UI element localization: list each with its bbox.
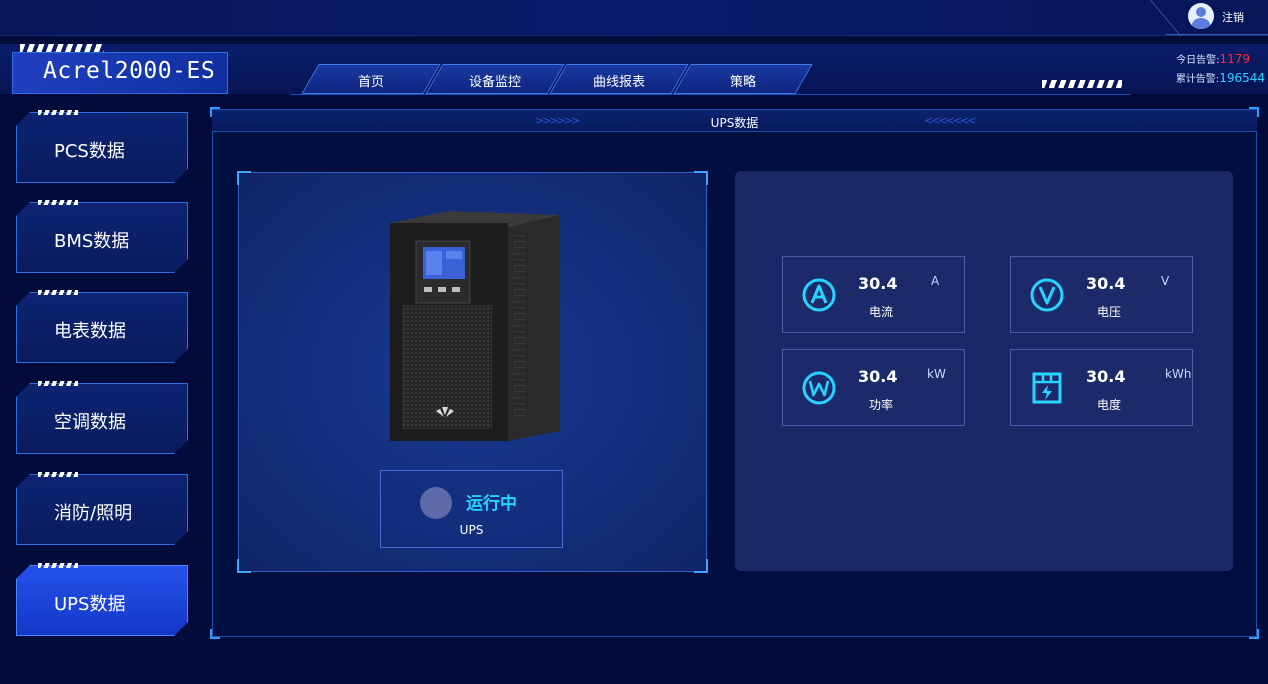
metric-value: 30.4 bbox=[1086, 274, 1126, 293]
sidebar-stripes-decoration bbox=[38, 472, 78, 477]
voltage-icon bbox=[1030, 278, 1064, 312]
status-indicator-icon bbox=[420, 487, 452, 519]
metric-voltage: 30.4 V 电压 bbox=[1010, 256, 1193, 333]
tab-curve-report[interactable]: 曲线报表 bbox=[549, 64, 689, 94]
sidebar-stripes-decoration bbox=[38, 200, 78, 205]
alarm-total: 累计告警:196544 bbox=[1150, 70, 1265, 85]
device-name: UPS bbox=[459, 523, 484, 537]
tab-device-monitor[interactable]: 设备监控 bbox=[425, 64, 565, 94]
alarm-total-value: 196544 bbox=[1219, 71, 1265, 85]
energy-meter-icon bbox=[1032, 372, 1062, 404]
metric-energy: 30.4 kWh 电度 bbox=[1010, 349, 1193, 426]
top-bar bbox=[0, 0, 1268, 36]
sidebar-item-label: 空调数据 bbox=[54, 412, 126, 433]
panel-corner bbox=[210, 629, 220, 639]
logout-button[interactable]: 注销 bbox=[1222, 9, 1244, 25]
metric-label: 电度 bbox=[1097, 398, 1122, 412]
tab-label: 曲线报表 bbox=[592, 75, 645, 90]
sidebar-item-fire-lighting[interactable]: 消防/照明 bbox=[16, 472, 188, 545]
alarm-today-label: 今日告警: bbox=[1176, 55, 1220, 66]
metric-unit: A bbox=[931, 274, 940, 288]
sidebar-item-bms[interactable]: BMS数据 bbox=[16, 200, 188, 273]
device-card-corner bbox=[237, 171, 251, 185]
app-title: Acrel2000-ES bbox=[43, 58, 216, 84]
sidebar-stripes-decoration bbox=[38, 563, 78, 568]
sidebar-item-label: PCS数据 bbox=[54, 141, 125, 162]
metric-value: 30.4 bbox=[858, 367, 898, 386]
header-underline bbox=[290, 94, 1130, 95]
alarm-today-value: 1179 bbox=[1219, 52, 1250, 66]
metric-value: 30.4 bbox=[1086, 367, 1126, 386]
device-status-text: 运行中 bbox=[466, 494, 517, 514]
top-bar-divider-line bbox=[1166, 34, 1268, 35]
panel-title: UPS数据 bbox=[710, 116, 759, 130]
sidebar-stripes-decoration bbox=[38, 381, 78, 386]
device-card-corner bbox=[694, 559, 708, 573]
tab-label: 策略 bbox=[729, 75, 756, 90]
chevrons-left-decoration: <<<<<<< bbox=[924, 114, 977, 127]
metric-current: 30.4 A 电流 bbox=[782, 256, 965, 333]
tab-home[interactable]: 首页 bbox=[301, 64, 441, 94]
sidebar-item-label: 电表数据 bbox=[54, 321, 126, 342]
user-avatar-icon[interactable] bbox=[1188, 3, 1214, 29]
device-card-corner bbox=[694, 171, 708, 185]
sidebar-stripes-decoration bbox=[38, 110, 78, 115]
sidebar-item-meter[interactable]: 电表数据 bbox=[16, 290, 188, 363]
panel-header: >>>>>> UPS数据 <<<<<<< bbox=[212, 110, 1257, 132]
avatar-shoulders bbox=[1192, 18, 1210, 29]
sidebar-item-ups[interactable]: UPS数据 bbox=[16, 563, 188, 636]
sidebar-item-aircon[interactable]: 空调数据 bbox=[16, 381, 188, 454]
tab-label: 设备监控 bbox=[468, 75, 521, 90]
sidebar-item-label: UPS数据 bbox=[54, 594, 126, 615]
metric-value: 30.4 bbox=[858, 274, 898, 293]
metric-power: 30.4 kW 功率 bbox=[782, 349, 965, 426]
sidebar-item-label: BMS数据 bbox=[54, 231, 130, 252]
sidebar-item-pcs[interactable]: PCS数据 bbox=[16, 110, 188, 183]
logo-stripes-decoration bbox=[20, 44, 104, 52]
header-stripes-decoration bbox=[1042, 80, 1122, 88]
ups-device-image bbox=[390, 211, 560, 441]
device-card-corner bbox=[237, 559, 251, 573]
metric-label: 功率 bbox=[869, 398, 894, 412]
current-icon bbox=[802, 278, 836, 312]
metric-label: 电流 bbox=[869, 305, 894, 319]
avatar-head bbox=[1196, 7, 1206, 17]
metric-unit: V bbox=[1161, 274, 1170, 288]
metric-unit: kW bbox=[927, 367, 946, 381]
sidebar-stripes-decoration bbox=[38, 290, 78, 295]
alarm-today: 今日告警:1179 bbox=[1150, 51, 1250, 66]
metric-unit: kWh bbox=[1165, 367, 1192, 381]
tab-strategy[interactable]: 策略 bbox=[673, 64, 813, 94]
tab-label: 首页 bbox=[357, 75, 384, 90]
metric-label: 电压 bbox=[1097, 305, 1122, 319]
panel-corner bbox=[1249, 629, 1259, 639]
sidebar-item-label: 消防/照明 bbox=[54, 503, 133, 524]
power-icon bbox=[802, 371, 836, 405]
alarm-total-label: 累计告警: bbox=[1175, 74, 1220, 85]
